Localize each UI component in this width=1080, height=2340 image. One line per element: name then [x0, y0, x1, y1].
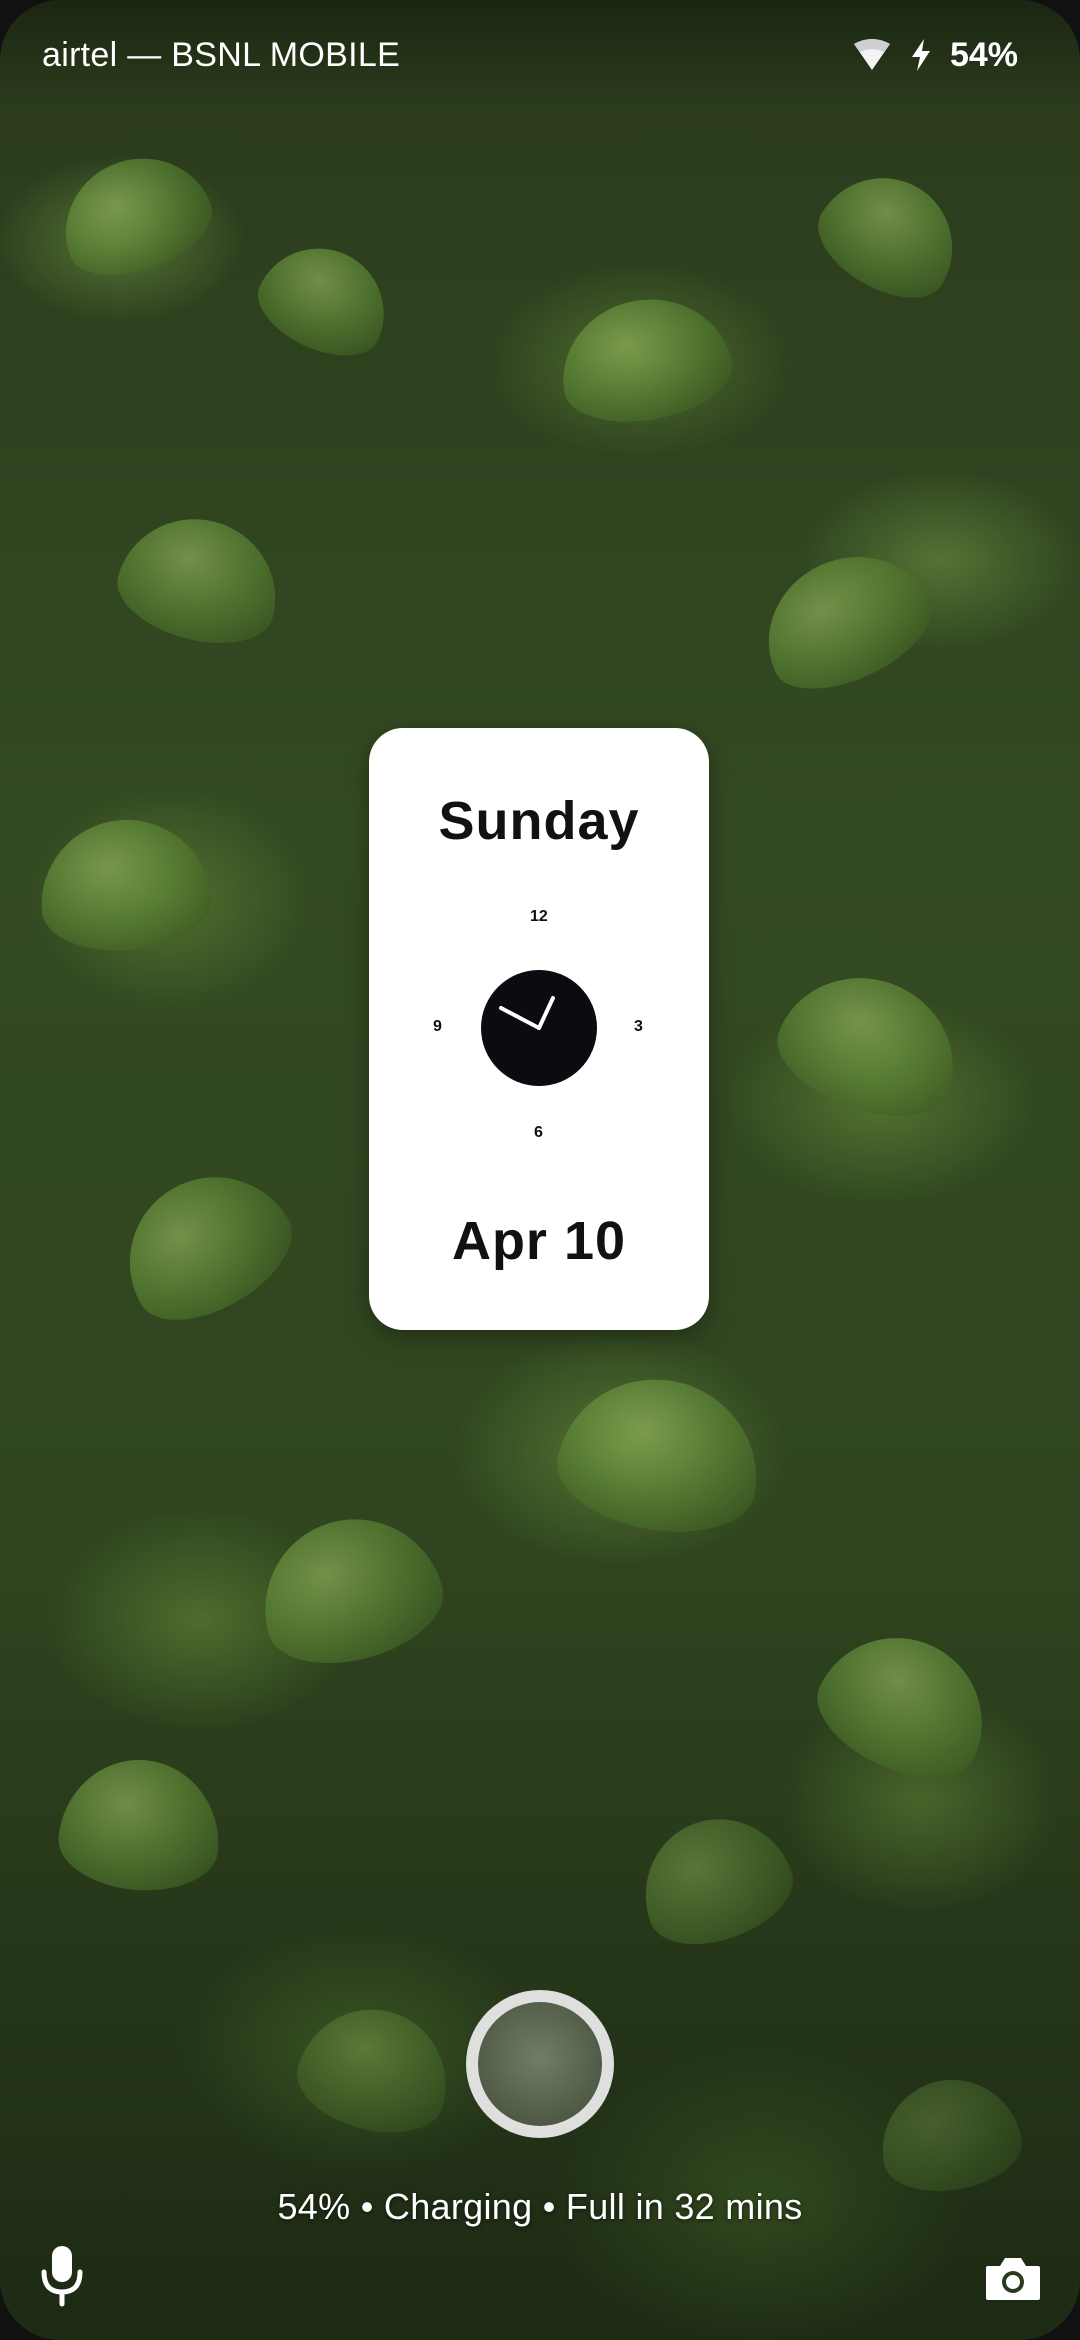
carrier-name: airtel — BSNL MOBILE: [42, 35, 401, 74]
lock-screen: airtel — BSNL MOBILE 54% Sunday 12 3 6 9: [0, 0, 1080, 2340]
wifi-icon: [853, 39, 890, 70]
bolt-icon: [911, 39, 930, 71]
charging-status: 54% • Charging • Full in 32 mins: [277, 2186, 803, 2227]
mic-icon: [41, 2246, 83, 2307]
battery-percent: 54%: [949, 35, 1018, 74]
dial-number-12: 12: [530, 908, 548, 925]
camera-icon: [986, 2258, 1040, 2300]
clock-face: [481, 970, 597, 1086]
fingerprint-icon[interactable]: [466, 1990, 614, 2138]
analog-clock: 12 3 6 9: [419, 908, 659, 1148]
widget-date: Apr 10: [451, 1211, 627, 1271]
dial-number-9: 9: [433, 1018, 442, 1035]
voice-assist-button[interactable]: [32, 2240, 92, 2312]
widget-day: Sunday: [438, 791, 640, 851]
dial-number-6: 6: [534, 1124, 543, 1141]
clock-widget[interactable]: Sunday 12 3 6 9 Apr 10: [369, 728, 709, 1330]
status-icons: 54%: [852, 36, 1018, 75]
camera-button[interactable]: [978, 2246, 1048, 2310]
status-bar: airtel — BSNL MOBILE 54%: [0, 0, 1080, 110]
dial-number-3: 3: [634, 1018, 643, 1035]
clock-hands: [499, 996, 555, 1030]
